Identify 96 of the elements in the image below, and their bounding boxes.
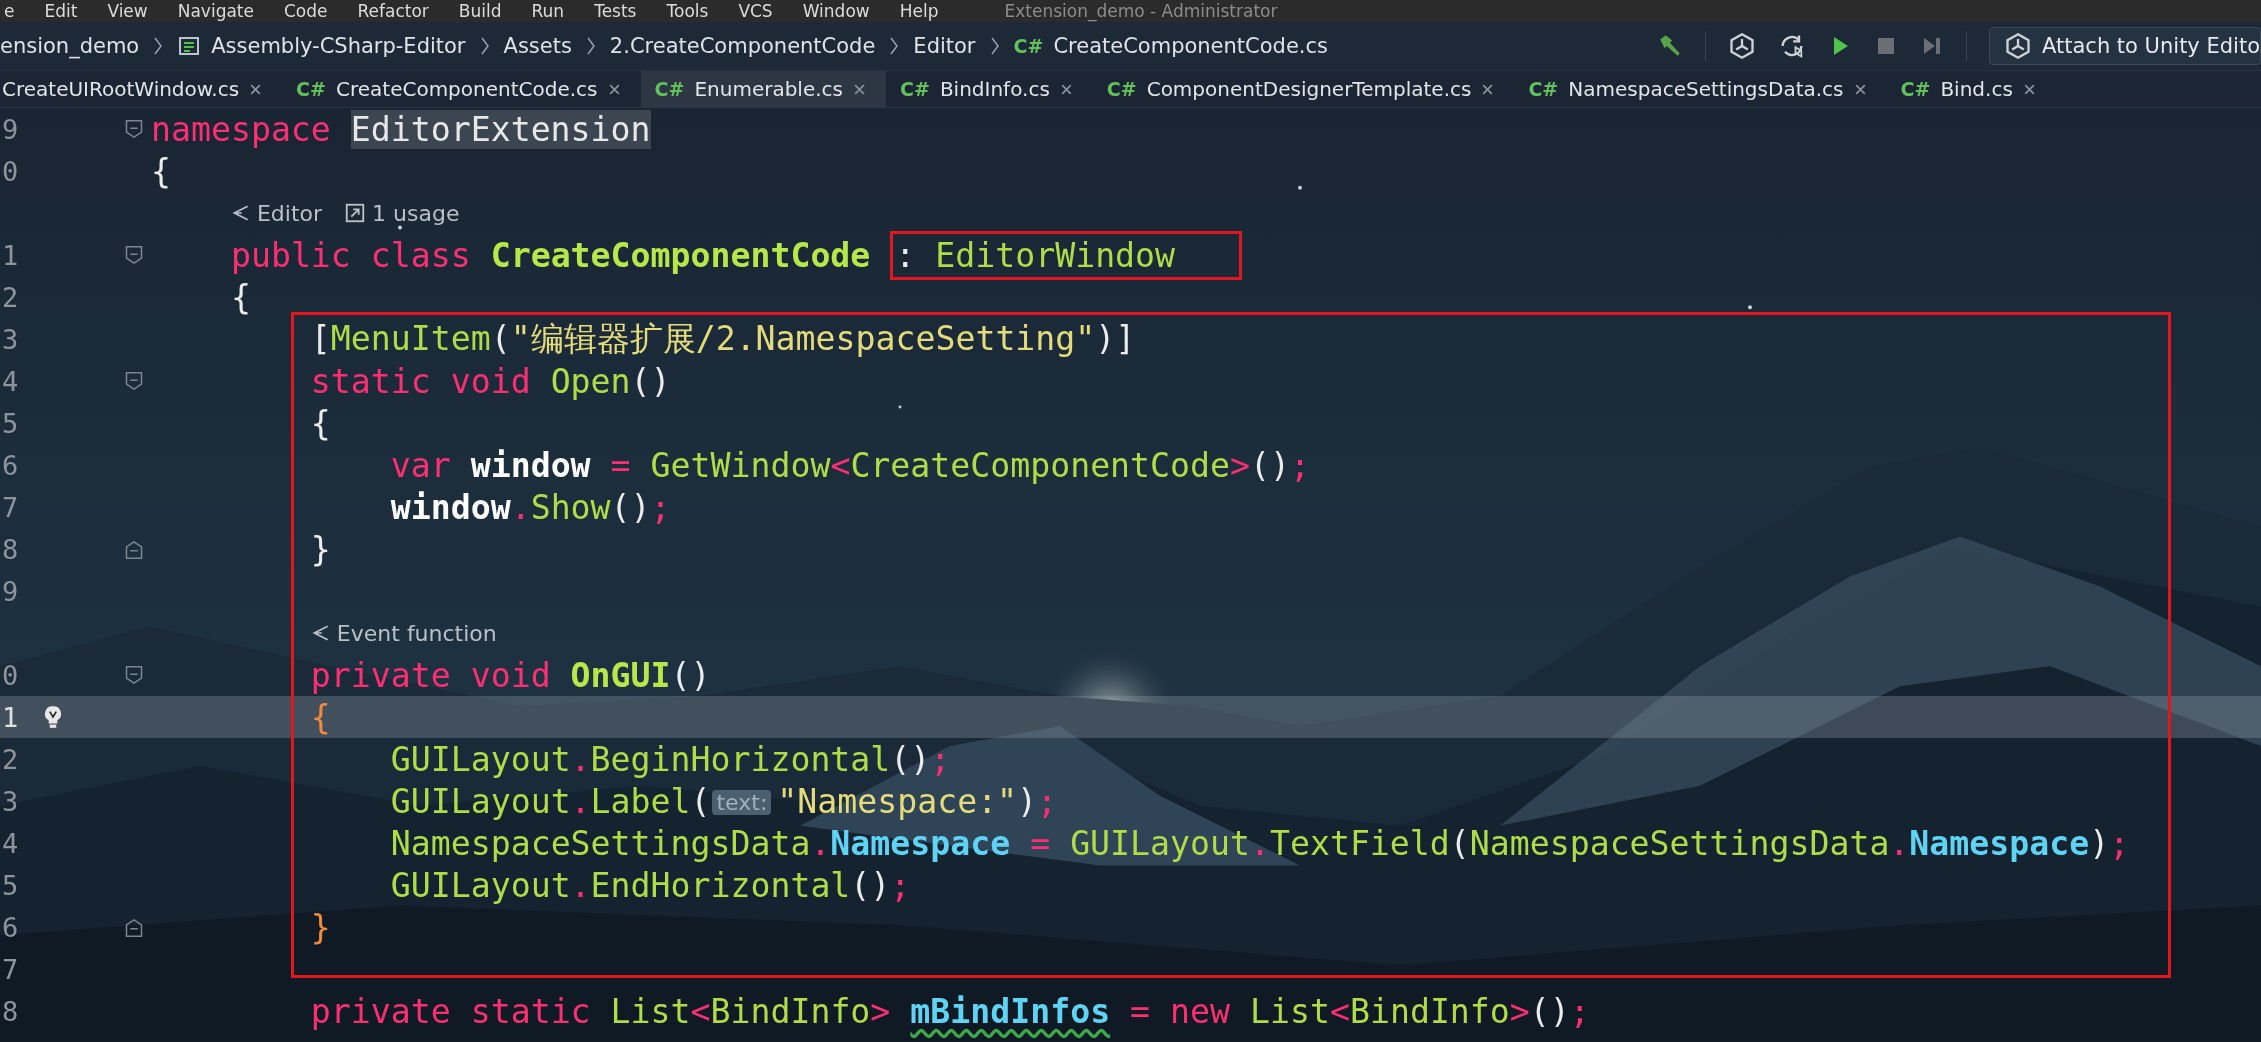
breadcrumb[interactable]: ension_demo: [0, 34, 140, 58]
arrow-icon: [230, 203, 251, 223]
menu-item[interactable]: Run: [531, 1, 565, 21]
editor-tab[interactable]: C# BindInfo.cs: [886, 71, 1093, 107]
line-number: 0: [1, 659, 20, 691]
line-number: 5: [1, 407, 20, 439]
attach-button[interactable]: Attach to Unity Edito: [1989, 27, 2261, 65]
menu-item[interactable]: Edit: [44, 1, 78, 21]
close-icon[interactable]: [1853, 82, 1867, 96]
csharp-icon: C#: [1528, 78, 1559, 100]
line-number: 8: [1, 533, 20, 565]
tab-label: CreateUIRootWindow.cs: [2, 77, 240, 101]
arrow-icon: [310, 623, 331, 643]
breadcrumb[interactable]: Assembly-CSharp-Editor: [211, 34, 466, 58]
breadcrumb[interactable]: CreateComponentCode.cs: [1053, 34, 1328, 58]
breadcrumb[interactable]: Editor: [913, 34, 976, 58]
code-line: [MenuItem("编辑器扩展/2.NamespaceSetting")]: [310, 317, 1136, 360]
line-number: 1: [1, 701, 20, 733]
csharp-icon: C#: [1106, 78, 1137, 100]
code-line: namespace EditorExtension: [151, 109, 651, 149]
tab-label: BindInfo.cs: [939, 77, 1050, 101]
code-line: : EditorWindow: [895, 235, 1176, 275]
cube-button[interactable]: [1728, 32, 1756, 60]
line-number: 8: [1, 995, 20, 1027]
code-line: GUILayout.BeginHorizontal();: [390, 739, 951, 779]
tab-label: NamespaceSettingsData.cs: [1568, 77, 1844, 101]
close-icon[interactable]: [2022, 82, 2036, 96]
menu-item[interactable]: Window: [802, 1, 870, 21]
csharp-icon: C#: [654, 78, 685, 100]
tab-label: Enumerable.cs: [694, 77, 843, 101]
line-number: 4: [1, 827, 20, 859]
code-line: var window = GetWindow<CreateComponentCode>();: [390, 445, 1310, 485]
tab-label: Bind.cs: [1940, 77, 2013, 101]
code-line: private static List<BindInfo> mBindInfos = new List<BindInfo>();: [310, 991, 1590, 1031]
line-number: 7: [1, 491, 20, 523]
line-number: 2: [1, 281, 20, 313]
line-number: 1: [1, 239, 20, 271]
menu-item[interactable]: Tests: [594, 1, 637, 21]
editor-tab[interactable]: C# NamespaceSettingsData.cs: [1514, 71, 1887, 107]
menu-item[interactable]: Help: [899, 1, 939, 21]
line-number: 2: [1, 743, 20, 775]
code-line: static void Open(): [310, 361, 671, 401]
editor-tab[interactable]: C# Bind.cs: [1886, 71, 2056, 107]
code-lens-link[interactable]: Editor: [230, 200, 323, 226]
code-line: {: [310, 697, 331, 737]
line-number: 5: [1, 869, 20, 901]
code-lens-link[interactable]: Event function: [310, 620, 497, 646]
code-lens-link[interactable]: 1 usage: [344, 200, 460, 226]
close-icon[interactable]: [1481, 82, 1495, 96]
menu-item[interactable]: Navigate: [177, 1, 254, 21]
close-icon[interactable]: [853, 82, 866, 96]
csharp-icon: C#: [1013, 35, 1044, 57]
code-line: GUILayout.EndHorizontal();: [390, 865, 911, 905]
line-number: 9: [1, 113, 20, 145]
line-number: 3: [1, 323, 20, 355]
menu-item[interactable]: Tools: [666, 1, 709, 21]
code-line: }: [310, 907, 331, 947]
code-line: {: [151, 151, 171, 191]
line-number: 6: [1, 449, 20, 481]
code-line: {: [230, 277, 251, 317]
code-line: public class CreateComponentCode: [230, 235, 872, 275]
close-icon[interactable]: [1059, 82, 1073, 96]
breadcrumb[interactable]: 2.CreateComponentCode: [609, 34, 876, 58]
close-icon[interactable]: [607, 82, 621, 96]
csharp-icon: C#: [1900, 78, 1931, 100]
line-number: 3: [1, 785, 20, 817]
menu-item[interactable]: Code: [284, 1, 328, 21]
code-line: NamespaceSettingsData.Namespace = GUILayout.TextField(NamespaceSettingsData.Namespace);: [390, 823, 2130, 863]
line-number: 6: [1, 911, 20, 943]
menu-item[interactable]: View: [107, 1, 148, 21]
cube-icon: [2004, 32, 2032, 60]
code-line: }: [310, 529, 331, 569]
editor-tab[interactable]: CreateUIRootWindow.cs: [0, 71, 283, 107]
csharp-icon: C#: [296, 78, 326, 100]
menu-item[interactable]: Build: [458, 1, 502, 21]
line-number: 0: [1, 155, 20, 187]
window-title: Extension_demo - Administrator: [1004, 1, 1278, 21]
csharp-icon: C#: [900, 78, 930, 100]
code-line: private void OnGUI(): [310, 655, 711, 695]
menu-item[interactable]: VCS: [738, 1, 773, 21]
code-line: window.Show();: [390, 487, 671, 527]
usage-icon: [344, 202, 367, 224]
assembly-icon: [177, 34, 202, 58]
code-line: {: [310, 403, 331, 443]
line-number: 7: [1, 953, 20, 985]
menu-item[interactable]: e: [4, 1, 15, 21]
editor-tab[interactable]: C# Enumerable.cs: [640, 71, 886, 107]
menu-item[interactable]: Refactor: [357, 1, 429, 21]
tab-label: ComponentDesignerTemplate.cs: [1146, 77, 1472, 101]
tab-label: CreateComponentCode.cs: [336, 77, 598, 101]
editor-tab[interactable]: C# ComponentDesignerTemplate.cs: [1092, 71, 1515, 107]
breadcrumb[interactable]: Assets: [503, 34, 572, 58]
line-number: 9: [1, 575, 20, 607]
line-number: 4: [1, 365, 20, 397]
editor-tab[interactable]: C# CreateComponentCode.cs: [282, 71, 641, 107]
close-icon[interactable]: [249, 82, 263, 96]
